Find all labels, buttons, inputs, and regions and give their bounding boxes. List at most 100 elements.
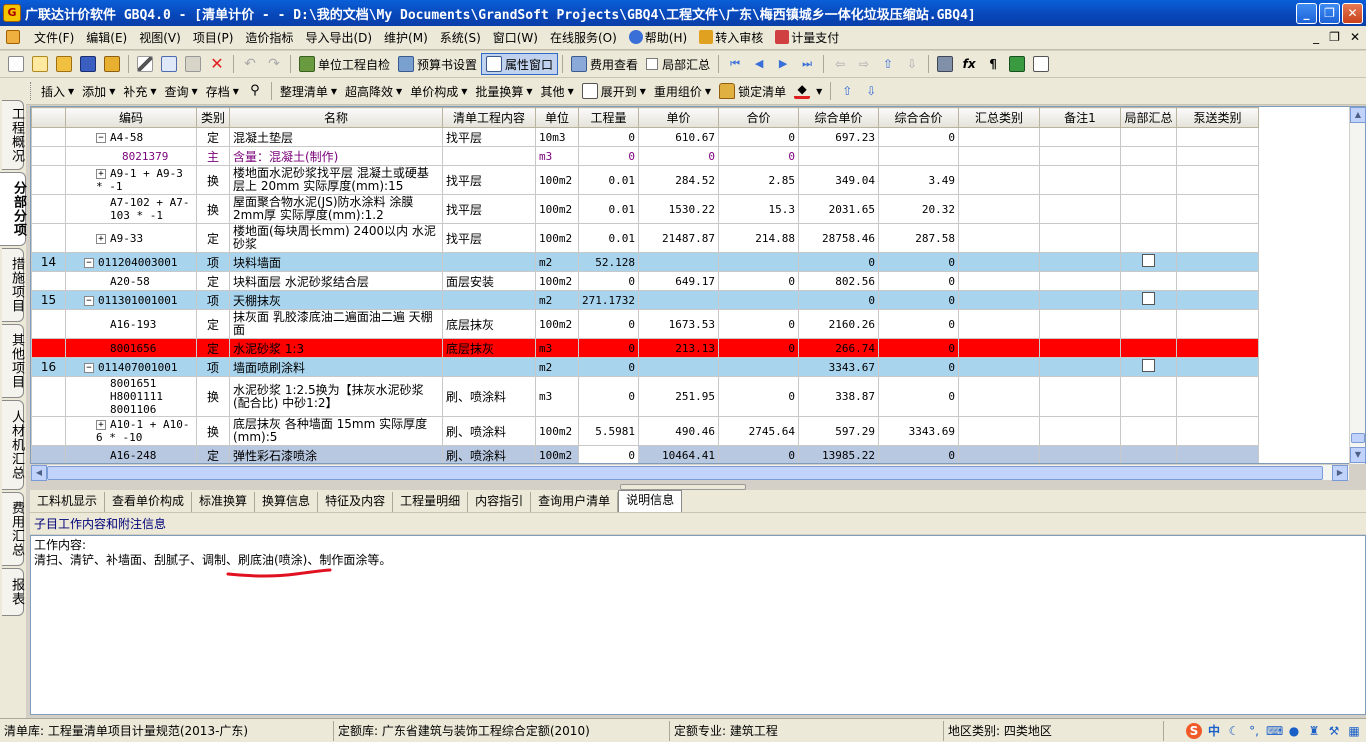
name-cell[interactable]: 水泥砂浆 1:2.5换为【抹灰水泥砂浆(配合比) 中砂1:2】 <box>229 376 443 417</box>
table-row[interactable]: A16-248 定弹性彩石漆喷涂 刷、喷涂料 100m2 0 10464.41 0 13985… <box>31 445 1259 463</box>
name-cell[interactable]: 混凝土垫层 <box>229 127 443 147</box>
remark-cell[interactable] <box>1038 146 1121 166</box>
pump-type-cell[interactable] <box>1175 252 1259 272</box>
partial-summary-checkbox[interactable] <box>1141 359 1155 372</box>
quantity-cell[interactable]: 0.01 <box>578 223 639 253</box>
grid-icon[interactable]: ▦ <box>1346 723 1362 739</box>
save-all-icon[interactable] <box>104 56 120 72</box>
arrow-up-icon[interactable]: ⇧ <box>839 83 855 99</box>
name-cell[interactable]: 楼地面(每块周长mm) 2400以内 水泥砂浆 <box>229 223 443 253</box>
pump-type-cell[interactable] <box>1175 445 1259 463</box>
column-header[interactable]: 单价 <box>637 107 719 128</box>
comp-total-cell[interactable]: 0 <box>877 290 959 310</box>
quantity-cell[interactable]: 0 <box>578 445 639 463</box>
partial-summary-checkbox[interactable] <box>1141 292 1155 305</box>
comp-total-cell[interactable]: 0 <box>877 271 959 291</box>
comp-unit-price-cell[interactable]: 338.87 <box>797 376 879 417</box>
expand-icon[interactable]: + <box>96 420 106 430</box>
partial-summary-cell[interactable] <box>1119 252 1177 272</box>
comp-unit-price-cell[interactable] <box>797 146 879 166</box>
comp-unit-price-cell[interactable]: 697.23 <box>797 127 879 147</box>
sogou-ime-icon[interactable]: S <box>1186 723 1202 739</box>
type-cell[interactable]: 换 <box>196 194 230 224</box>
expand-icon[interactable]: + <box>96 233 106 244</box>
quantity-cell[interactable]: 0 <box>578 127 639 147</box>
name-cell[interactable]: 含量：混凝土(制作) <box>229 146 443 166</box>
total-price-cell[interactable]: 2.85 <box>717 165 799 195</box>
pump-type-cell[interactable] <box>1175 338 1259 358</box>
table-row[interactable]: + A9-1 + A9-3 * -1 换楼地面水泥砂浆找平层 混凝土或硬基层上 20… <box>31 165 1259 195</box>
summary-type-cell[interactable] <box>957 357 1040 377</box>
partial-summary-cell[interactable] <box>1119 290 1177 310</box>
remark-cell[interactable] <box>1038 127 1121 147</box>
comp-total-cell[interactable]: 0 <box>877 338 959 358</box>
menu-system[interactable]: 系统(S) <box>434 29 487 46</box>
content-cell[interactable]: 刷、喷涂料 <box>442 416 536 446</box>
pump-type-cell[interactable] <box>1175 357 1259 377</box>
pump-type-cell[interactable] <box>1175 309 1259 339</box>
partial-summary-cell[interactable] <box>1119 271 1177 291</box>
column-header[interactable]: 综合单价 <box>797 107 879 128</box>
copy-icon[interactable] <box>161 56 177 72</box>
pump-type-cell[interactable] <box>1175 127 1259 147</box>
menu-online-service[interactable]: 在线服务(O) <box>544 29 623 46</box>
code-cell[interactable]: 8001651 H8001111 8001106 <box>65 376 197 417</box>
content-cell[interactable]: 面层安装 <box>442 271 536 291</box>
code-cell[interactable]: A20-58 <box>65 271 197 291</box>
name-cell[interactable]: 楼地面水泥砂浆找平层 混凝土或硬基层上 20mm 实际厚度(mm):15 <box>229 165 443 195</box>
type-cell[interactable]: 定 <box>196 338 230 358</box>
lock-list-button[interactable]: 锁定清单 <box>715 80 790 102</box>
tab-fee-summary[interactable]: 费用汇总 <box>2 492 24 566</box>
content-cell[interactable]: 找平层 <box>442 194 536 224</box>
scroll-right-icon[interactable]: ▶ <box>1332 465 1348 481</box>
menu-transfer-audit[interactable]: 转入审核 <box>693 29 769 46</box>
comp-unit-price-cell[interactable]: 3343.67 <box>797 357 879 377</box>
partial-summary-cell[interactable] <box>1119 127 1177 147</box>
comp-total-cell[interactable]: 0 <box>877 445 959 463</box>
code-cell[interactable]: −011204003001 <box>65 252 197 272</box>
save-archive-dropdown[interactable]: 存档 ▼ <box>202 80 243 102</box>
comp-total-cell[interactable]: 287.58 <box>877 223 959 253</box>
comp-total-cell[interactable]: 0 <box>877 252 959 272</box>
partial-summary-checkbox[interactable] <box>1141 254 1155 267</box>
pump-type-cell[interactable] <box>1175 194 1259 224</box>
tab-other-items[interactable]: 其他项目 <box>2 324 24 398</box>
grid-settings-icon[interactable] <box>1033 56 1050 72</box>
quantity-cell[interactable]: 0 <box>578 376 639 417</box>
pump-type-cell[interactable] <box>1175 416 1259 446</box>
quantity-cell[interactable]: 0.01 <box>578 165 639 195</box>
batch-convert-dropdown[interactable]: 批量换算 ▼ <box>471 80 536 102</box>
move-up-icon[interactable]: ⇧ <box>880 56 896 72</box>
unit-cell[interactable]: m2 <box>535 252 579 272</box>
first-record-icon[interactable]: ⏮ <box>727 56 743 72</box>
unit-cell[interactable]: 100m2 <box>535 271 579 291</box>
tab-description-info[interactable]: 说明信息 <box>618 490 683 512</box>
content-cell[interactable]: 底层抹灰 <box>442 338 536 358</box>
total-price-cell[interactable]: 0 <box>717 338 799 358</box>
menu-window[interactable]: 窗口(W) <box>487 29 544 46</box>
reuse-group-dropdown[interactable]: 重用组价 ▼ <box>650 80 715 102</box>
keyboard-icon[interactable]: ⌨ <box>1266 723 1283 739</box>
summary-type-cell[interactable] <box>957 127 1040 147</box>
summary-type-cell[interactable] <box>957 194 1040 224</box>
comp-unit-price-cell[interactable]: 0 <box>797 290 879 310</box>
remark-cell[interactable] <box>1038 165 1121 195</box>
unit-price-cell[interactable] <box>637 357 719 377</box>
wrench-icon[interactable]: ⚒ <box>1326 723 1342 739</box>
total-price-cell[interactable]: 0 <box>717 127 799 147</box>
user-icon[interactable]: ● <box>1286 723 1302 739</box>
menu-import-export[interactable]: 导入导出(D) <box>299 29 378 46</box>
summary-type-cell[interactable] <box>957 252 1040 272</box>
expand-to-dropdown[interactable]: 展开到 ▼ <box>578 80 650 102</box>
type-cell[interactable]: 主 <box>196 146 230 166</box>
table-row[interactable]: − A4-58 定混凝土垫层 找平层 10m3 0 610.67 0 697.23 0 <box>31 127 1259 147</box>
summary-type-cell[interactable] <box>957 290 1040 310</box>
comp-unit-price-cell[interactable]: 0 <box>797 252 879 272</box>
tab-sub-items[interactable]: 分部分项 <box>0 172 26 246</box>
unit-price-cell[interactable]: 490.46 <box>637 416 719 446</box>
collapse-icon[interactable]: − <box>84 362 94 373</box>
comp-unit-price-cell[interactable]: 2160.26 <box>797 309 879 339</box>
pump-type-cell[interactable] <box>1175 376 1259 417</box>
unit-cell[interactable]: m2 <box>535 290 579 310</box>
info-panel-body[interactable]: 工作内容: 清扫、清铲、补墙面、刮腻子、调制、刷底油(喷涂)、制作面涂等。 <box>30 535 1366 715</box>
